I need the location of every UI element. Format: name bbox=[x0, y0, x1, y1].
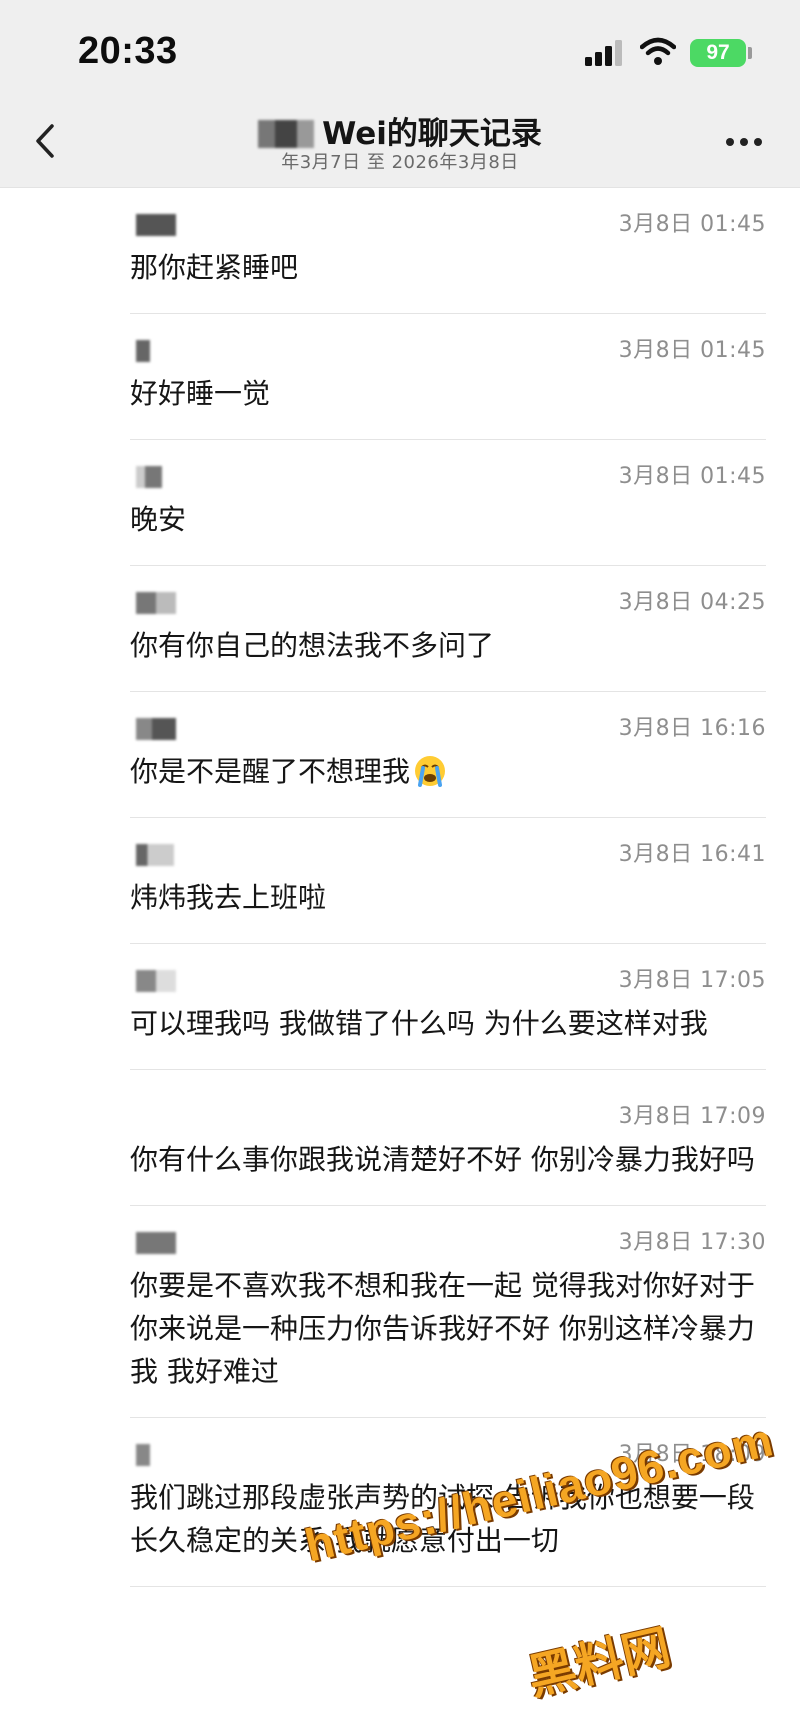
message-header: 3月8日 01:45 bbox=[130, 206, 766, 246]
message-item[interactable]: 3月8日 17:30 你要是不喜欢我不想和我在一起 觉得我对你好对于你来说是一种压… bbox=[130, 1206, 766, 1418]
message-body: 你是不是醒了不想理我 bbox=[130, 750, 766, 817]
blurred-sender-name bbox=[136, 970, 176, 992]
crying-face-emoji bbox=[415, 756, 446, 787]
message-text: 你是不是醒了不想理我 bbox=[130, 755, 411, 788]
blurred-sender-name bbox=[136, 1232, 176, 1254]
message-body: 你要是不喜欢我不想和我在一起 觉得我对你好对于你来说是一种压力你告诉我好不好 你… bbox=[130, 1264, 766, 1417]
message-timestamp: 3月8日 17:30 bbox=[618, 1230, 766, 1255]
blurred-sender-name bbox=[136, 214, 176, 236]
nav-header: Wei的聊天记录 年3月7日 至 2026年3月8日 bbox=[0, 100, 800, 188]
blurred-sender-name bbox=[136, 340, 150, 362]
message-text: 炜炜我去上班啦 bbox=[130, 881, 327, 914]
message-item[interactable]: 3月8日 04:25 你有你自己的想法我不多问了 bbox=[130, 566, 766, 692]
blurred-sender-name bbox=[136, 592, 176, 614]
message-body: 晚安 bbox=[130, 498, 766, 565]
wifi-icon bbox=[640, 37, 676, 65]
battery-level: 97 bbox=[706, 41, 730, 64]
blurred-sender-name bbox=[136, 1444, 150, 1466]
message-header: 3月8日 01:45 bbox=[130, 458, 766, 498]
message-timestamp: 3月8日 17:09 bbox=[618, 1104, 766, 1129]
message-text: 你有你自己的想法我不多问了 bbox=[130, 629, 495, 662]
status-time: 20:33 bbox=[78, 30, 178, 72]
message-text: 那你赶紧睡吧 bbox=[130, 251, 299, 284]
status-bar: 20:33 97 bbox=[0, 0, 800, 100]
message-timestamp: 3月8日 01:45 bbox=[618, 338, 766, 363]
message-header: 3月8日 17:30 bbox=[130, 1224, 766, 1264]
message-item[interactable]: 3月8日 01:45 好好睡一觉 bbox=[130, 314, 766, 440]
message-list: 3月8日 01:45 那你赶紧睡吧 3月8日 01:45 好好睡一觉 3月8日 01:4… bbox=[0, 188, 800, 1587]
message-text: 晚安 bbox=[130, 503, 187, 536]
message-body: 炜炜我去上班啦 bbox=[130, 876, 766, 943]
message-item[interactable]: 3月8日 16:16 你是不是醒了不想理我 bbox=[130, 692, 766, 818]
message-body: 那你赶紧睡吧 bbox=[130, 246, 766, 313]
message-timestamp: 3月8日 16:16 bbox=[618, 716, 766, 741]
message-body: 你有什么事你跟我说清楚好不好 你别冷暴力我好吗 bbox=[130, 1138, 766, 1205]
message-timestamp: 3月8日 17:05 bbox=[618, 968, 766, 993]
message-timestamp: 3月8日 01:45 bbox=[618, 464, 766, 489]
message-body: 你有你自己的想法我不多问了 bbox=[130, 624, 766, 691]
message-item[interactable]: 3月8日 17:09 你有什么事你跟我说清楚好不好 你别冷暴力我好吗 bbox=[130, 1070, 766, 1206]
blurred-contact-name bbox=[258, 120, 315, 148]
message-text: 可以理我吗 我做错了什么吗 为什么要这样对我 bbox=[130, 1007, 708, 1040]
message-text: 好好睡一觉 bbox=[130, 377, 271, 410]
message-body: 可以理我吗 我做错了什么吗 为什么要这样对我 bbox=[130, 1002, 766, 1069]
message-header: 3月8日 01:45 bbox=[130, 332, 766, 372]
battery-icon: 97 bbox=[690, 39, 746, 67]
watermark-label: 黑料网 bbox=[522, 1619, 676, 1707]
message-header: 3月8日 04:25 bbox=[130, 584, 766, 624]
blurred-sender-name bbox=[136, 718, 176, 740]
message-text: 你要是不喜欢我不想和我在一起 觉得我对你好对于你来说是一种压力你告诉我好不好 你… bbox=[130, 1269, 755, 1388]
page-title: Wei的聊天记录 bbox=[322, 116, 542, 152]
message-item[interactable]: 3月8日 17:05 可以理我吗 我做错了什么吗 为什么要这样对我 bbox=[130, 944, 766, 1070]
message-item[interactable]: 3月8日 01:45 那你赶紧睡吧 bbox=[130, 188, 766, 314]
title-wrap: Wei的聊天记录 bbox=[0, 108, 800, 153]
message-header: 3月8日 17:05 bbox=[130, 962, 766, 1002]
battery-cap bbox=[748, 47, 752, 59]
message-body: 好好睡一觉 bbox=[130, 372, 766, 439]
message-text: 你有什么事你跟我说清楚好不好 你别冷暴力我好吗 bbox=[130, 1143, 755, 1176]
message-header: 3月8日 17:09 bbox=[130, 1098, 766, 1138]
message-header: 3月8日 16:16 bbox=[130, 710, 766, 750]
message-header: 3月8日 16:41 bbox=[130, 836, 766, 876]
message-timestamp: 3月8日 01:45 bbox=[618, 212, 766, 237]
message-timestamp: 3月8日 04:25 bbox=[618, 590, 766, 615]
message-item[interactable]: 3月8日 16:41 炜炜我去上班啦 bbox=[130, 818, 766, 944]
more-icon[interactable] bbox=[724, 136, 764, 148]
message-timestamp: 3月8日 16:41 bbox=[618, 842, 766, 867]
message-item[interactable]: 3月8日 01:45 晚安 bbox=[130, 440, 766, 566]
date-range: 年3月7日 至 2026年3月8日 bbox=[281, 152, 519, 173]
blurred-sender-name bbox=[136, 466, 162, 488]
signal-icon bbox=[585, 40, 622, 66]
blurred-sender-name bbox=[136, 844, 174, 866]
chat-history-screen: 20:33 97 Wei的聊天记录 年3月7日 至 2026年3月8日 3月8日… bbox=[0, 0, 800, 1733]
